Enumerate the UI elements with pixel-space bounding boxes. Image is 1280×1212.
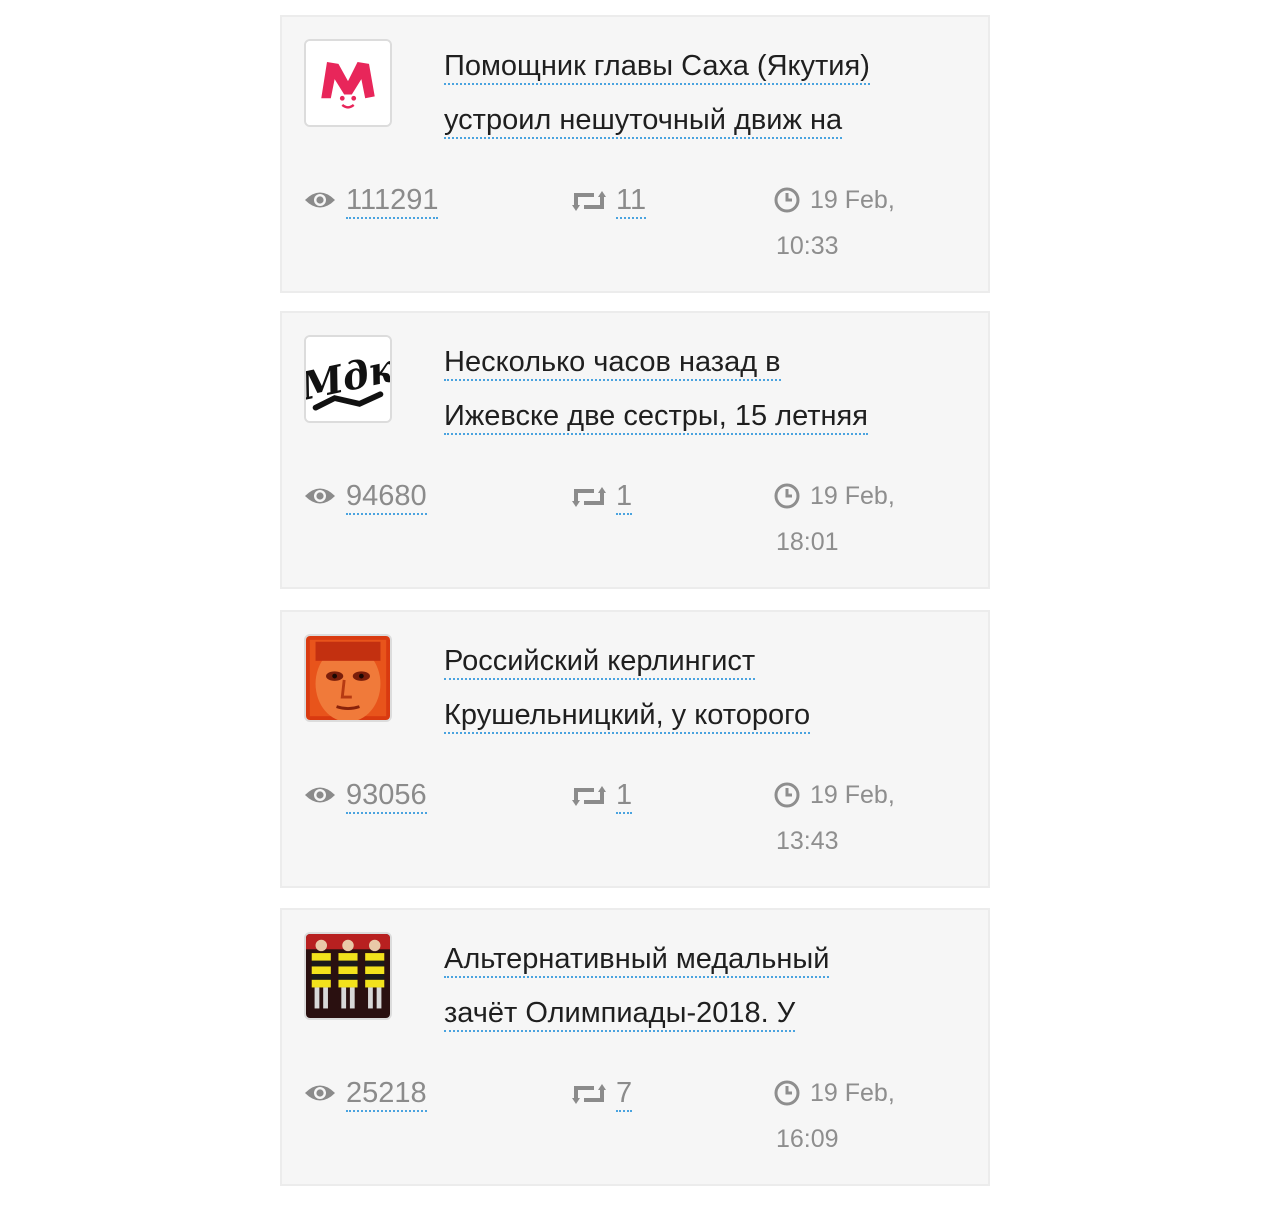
post-date-day: 19 Feb,	[810, 781, 895, 809]
post-card: Мдк Несколько часов назад в Ижевске две …	[280, 311, 990, 589]
clock-icon	[774, 1080, 800, 1106]
views-count[interactable]: 25218	[346, 1076, 427, 1112]
face-photo-icon	[306, 636, 390, 720]
eye-icon	[305, 787, 335, 803]
repost-icon	[572, 191, 606, 211]
repost-icon	[572, 487, 606, 507]
views-count[interactable]: 111291	[346, 183, 439, 219]
repost-icon	[572, 1084, 606, 1104]
post-title-line[interactable]: Ижевске две сестры, 15 летняя	[444, 399, 868, 435]
shares-count[interactable]: 1	[616, 479, 633, 515]
post-card: Помощник главы Саха (Якутия) устроил неш…	[280, 15, 990, 293]
views-count[interactable]: 93056	[346, 778, 427, 814]
channel-avatar[interactable]: Мдк	[304, 335, 392, 423]
views-stat: 94680	[304, 479, 504, 519]
channel-avatar[interactable]	[304, 39, 392, 127]
post-date-time: 18:01	[776, 528, 839, 556]
clock-icon	[774, 782, 800, 808]
repost-icon	[572, 786, 606, 806]
post-date-day: 19 Feb,	[810, 482, 895, 510]
post-title-line[interactable]: Помощник главы Саха (Якутия)	[444, 49, 870, 85]
eye-icon	[305, 488, 335, 504]
post-feed: Помощник главы Саха (Якутия) устроил неш…	[0, 0, 1280, 1212]
post-date-time: 10:33	[776, 232, 839, 260]
clock-icon	[774, 187, 800, 213]
clock-icon	[774, 483, 800, 509]
shares-stat: 1	[572, 479, 682, 519]
post-title-line[interactable]: Альтернативный медальный	[444, 942, 830, 978]
post-date-time: 13:43	[776, 827, 839, 855]
post-title[interactable]: Помощник главы Саха (Якутия) устроил неш…	[444, 43, 944, 151]
channel-avatar[interactable]	[304, 634, 392, 722]
shares-count[interactable]: 1	[616, 778, 633, 814]
post-date: 19 Feb, 10:33	[774, 183, 974, 260]
post-title[interactable]: Несколько часов назад в Ижевске две сест…	[444, 339, 944, 447]
eye-icon	[305, 192, 335, 208]
post-card: Российский керлингист Крушельницкий, у к…	[280, 610, 990, 888]
shares-stat: 7	[572, 1076, 682, 1116]
shares-stat: 11	[572, 183, 682, 223]
post-title-line[interactable]: зачёт Олимпиады-2018. У	[444, 996, 796, 1032]
post-title-line[interactable]: Несколько часов назад в	[444, 345, 781, 381]
post-date: 19 Feb, 16:09	[774, 1076, 974, 1153]
post-date-time: 16:09	[776, 1125, 839, 1153]
post-title-line[interactable]: устроил нешуточный движ на	[444, 103, 843, 139]
striped-figures-icon	[306, 934, 390, 1018]
post-title[interactable]: Альтернативный медальный зачёт Олимпиады…	[444, 936, 944, 1044]
post-title[interactable]: Российский керлингист Крушельницкий, у к…	[444, 638, 944, 746]
shares-count[interactable]: 11	[616, 183, 647, 219]
views-stat: 25218	[304, 1076, 504, 1116]
views-stat: 93056	[304, 778, 504, 818]
shares-stat: 1	[572, 778, 682, 818]
post-card: Альтернативный медальный зачёт Олимпиады…	[280, 908, 990, 1186]
channel-avatar[interactable]	[304, 932, 392, 1020]
eye-icon	[305, 1085, 335, 1101]
post-title-line[interactable]: Крушельницкий, у которого	[444, 698, 811, 734]
views-stat: 111291	[304, 183, 504, 223]
post-date: 19 Feb, 13:43	[774, 778, 974, 855]
views-count[interactable]: 94680	[346, 479, 427, 515]
mdk-logo-icon: Мдк	[306, 337, 390, 421]
post-date-day: 19 Feb,	[810, 1079, 895, 1107]
shares-count[interactable]: 7	[616, 1076, 633, 1112]
post-date: 19 Feb, 18:01	[774, 479, 974, 556]
post-title-line[interactable]: Российский керлингист	[444, 644, 756, 680]
post-date-day: 19 Feb,	[810, 186, 895, 214]
mash-logo-icon	[306, 41, 390, 125]
